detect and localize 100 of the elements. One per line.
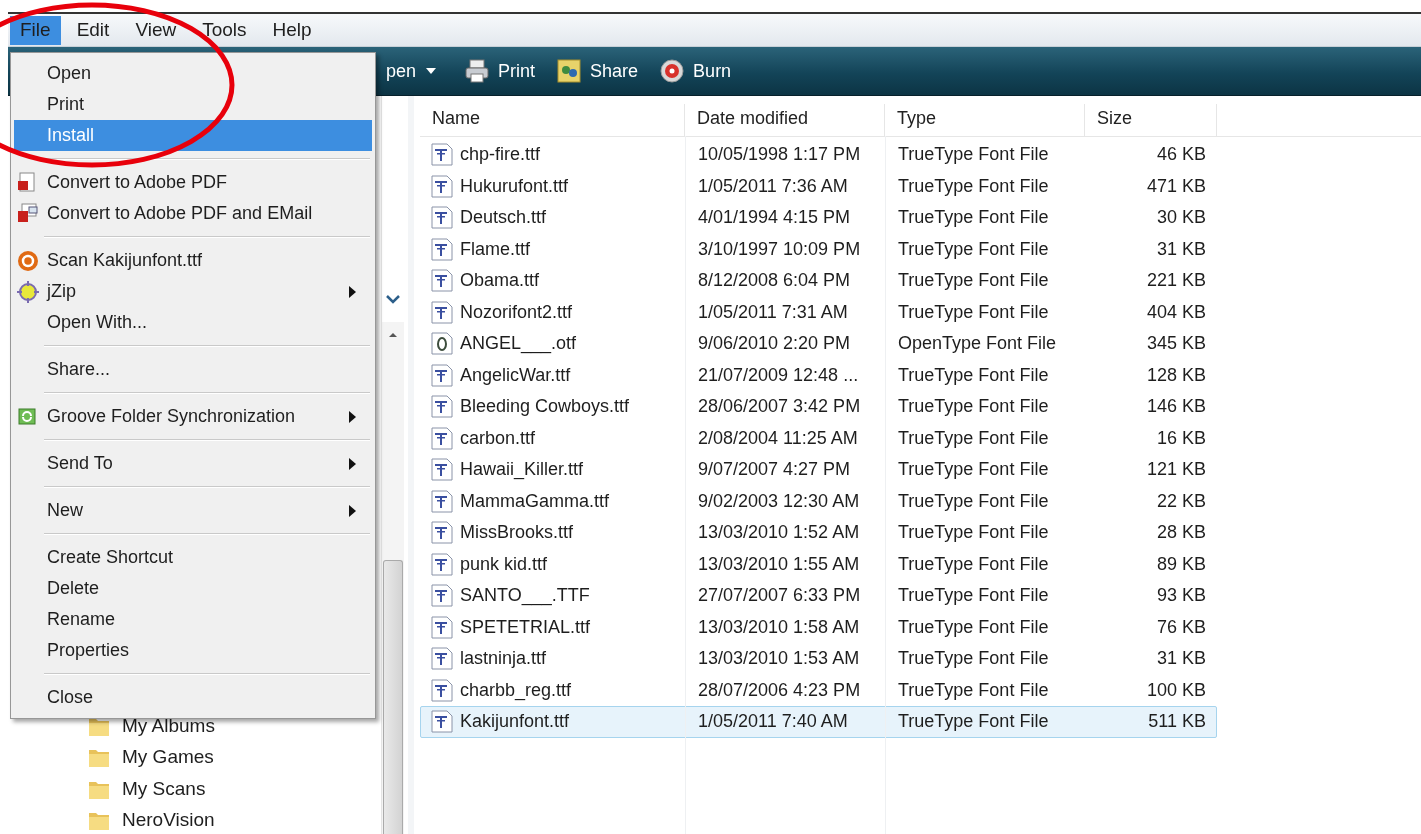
file-row[interactable]: Deutsch.ttf 4/01/1994 4:15 PM TrueType Font File 30 KB (420, 202, 1217, 234)
font-file-icon (431, 584, 453, 608)
file-row[interactable]: charbb_reg.ttf 28/07/2006 4:23 PM TrueType Font File 100 KB (420, 674, 1217, 706)
file-size: 121 KB (1145, 459, 1207, 481)
menu-item[interactable]: Groove Folder Synchronization (14, 401, 372, 432)
file-name: Flame.ttf (460, 238, 530, 260)
font-file-icon (431, 678, 453, 702)
file-type: TrueType Font File (897, 364, 1050, 386)
column-header[interactable]: Name (420, 104, 685, 136)
toolbar-button[interactable]: Print (459, 55, 542, 87)
file-row[interactable]: Obama.ttf 8/12/2008 6:04 PM TrueType Font File 221 KB (420, 265, 1217, 297)
file-type: TrueType Font File (897, 396, 1050, 418)
file-name: carbon.ttf (460, 427, 536, 449)
menu-item[interactable]: Rename (14, 604, 372, 635)
file-row[interactable]: carbon.ttf 2/08/2004 11:25 AM TrueType Font File 16 KB (420, 422, 1217, 454)
file-row[interactable]: MissBrooks.ttf 13/03/2010 1:52 AM TrueType Font File 28 KB (420, 517, 1217, 549)
file-type: TrueType Font File (897, 648, 1050, 670)
file-type: TrueType Font File (897, 301, 1050, 323)
font-file-icon (431, 174, 453, 198)
menu-item[interactable]: Create Shortcut (14, 542, 372, 573)
file-row[interactable]: Kakijunfont.ttf 1/05/2011 7:40 AM TrueType Font File 511 KB (420, 706, 1217, 738)
font-file-icon (431, 395, 453, 419)
toolbar-button[interactable]: Burn (654, 55, 738, 87)
menu-item[interactable]: jZip (14, 276, 372, 307)
date-modified: 9/06/2010 2:20 PM (697, 333, 852, 355)
font-file-icon (431, 300, 453, 324)
file-row[interactable]: SPETETRIAL.ttf 13/03/2010 1:58 AM TrueType Font File 76 KB (420, 611, 1217, 643)
menu-item[interactable]: Tools (192, 15, 257, 45)
file-name: Obama.ttf (460, 270, 540, 292)
menu-item[interactable]: Close (14, 682, 372, 713)
file-size: 46 KB (1155, 144, 1207, 166)
menu-item[interactable]: Edit (66, 15, 120, 45)
file-type: TrueType Font File (897, 585, 1050, 607)
file-size: 76 KB (1155, 616, 1207, 638)
file-name: Bleeding Cowboys.ttf (460, 396, 630, 418)
chevron-down-icon[interactable] (385, 294, 401, 304)
file-row[interactable]: SANTO___.TTF 27/07/2007 6:33 PM TrueType Font File 93 KB (420, 580, 1217, 612)
target-icon (17, 281, 39, 303)
file-row[interactable]: chp-fire.ttf 10/05/1998 1:17 PM TrueType Font File 46 KB (420, 139, 1217, 171)
file-name: punk kid.ttf (460, 553, 548, 575)
menu-item[interactable]: Open With... (14, 307, 372, 338)
menu-item[interactable]: View (125, 15, 187, 45)
file-type: TrueType Font File (897, 553, 1050, 575)
column-header[interactable]: Type (885, 104, 1085, 136)
column-header[interactable]: Date modified (685, 104, 885, 136)
file-row[interactable]: Hukurufont.ttf 1/05/2011 7:36 AM TrueType Font File 471 KB (420, 170, 1217, 202)
date-modified: 3/10/1997 10:09 PM (697, 238, 862, 260)
file-size: 28 KB (1155, 522, 1207, 544)
folder-label[interactable]: My Albums (122, 714, 215, 737)
submenu-arrow-icon (349, 411, 356, 423)
menu-item[interactable]: New (14, 495, 372, 526)
file-row[interactable]: Bleeding Cowboys.ttf 28/06/2007 3:42 PM TrueType Font File 146 KB (420, 391, 1217, 423)
font-file-icon (431, 647, 453, 671)
folder-label[interactable]: My Scans (122, 777, 206, 800)
date-modified: 21/07/2009 12:48 ... (697, 364, 860, 386)
file-size: 146 KB (1145, 396, 1207, 418)
file-type: TrueType Font File (897, 427, 1050, 449)
file-row[interactable]: AngelicWar.ttf 21/07/2009 12:48 ... TrueType Font File 128 KB (420, 359, 1217, 391)
menu-item[interactable]: File (10, 15, 61, 45)
folder-label[interactable]: My Games (122, 746, 214, 769)
file-row[interactable]: punk kid.ttf 13/03/2010 1:55 AM TrueType Font File 89 KB (420, 548, 1217, 580)
menu-item[interactable]: Help (262, 15, 322, 45)
menu-item[interactable]: Share... (14, 354, 372, 385)
file-name: Hukurufont.ttf (460, 175, 569, 197)
submenu-arrow-icon (349, 505, 356, 517)
date-modified: 13/03/2010 1:58 AM (697, 616, 861, 638)
menu-item[interactable]: Scan Kakijunfont.ttf (14, 245, 372, 276)
file-row[interactable]: Flame.ttf 3/10/1997 10:09 PM TrueType Font File 31 KB (420, 233, 1217, 265)
date-modified: 10/05/1998 1:17 PM (697, 144, 862, 166)
folder-label[interactable]: NeroVision (122, 809, 215, 832)
file-size: 22 KB (1155, 490, 1207, 512)
menu-item[interactable]: Convert to Adobe PDF (14, 167, 372, 198)
scrollbar-thumb[interactable] (383, 560, 403, 834)
scrollbar[interactable] (382, 322, 404, 834)
scroll-up-icon (388, 332, 398, 338)
file-row[interactable]: Hawaii_Killer.ttf 9/07/2007 4:27 PM TrueType Font File 121 KB (420, 454, 1217, 486)
file-row[interactable]: MammaGamma.ttf 9/02/2003 12:30 AM TrueType Font File 22 KB (420, 485, 1217, 517)
file-type: TrueType Font File (897, 711, 1050, 733)
file-row[interactable]: lastninja.ttf 13/03/2010 1:53 AM TrueType Font File 31 KB (420, 643, 1217, 675)
toolbar-button[interactable]: pen (380, 56, 444, 86)
menu-item[interactable]: Open (14, 58, 372, 89)
date-modified: 27/07/2007 6:33 PM (697, 585, 862, 607)
menu-item[interactable]: Print (14, 89, 372, 120)
font-file-icon (431, 363, 453, 387)
column-header[interactable]: Size (1085, 104, 1217, 136)
menu-item[interactable]: Delete (14, 573, 372, 604)
file-name: Hawaii_Killer.ttf (460, 459, 584, 481)
file-row[interactable]: ANGEL___.otf 9/06/2010 2:20 PM OpenType Font File 345 KB (420, 328, 1217, 360)
submenu-arrow-icon (349, 286, 356, 298)
toolbar-button[interactable]: Share (551, 55, 645, 87)
menu-item[interactable]: Properties (14, 635, 372, 666)
menu-item[interactable]: Send To (14, 448, 372, 479)
date-modified: 2/08/2004 11:25 AM (697, 427, 859, 449)
menu-item[interactable]: Convert to Adobe PDF and EMail (14, 198, 372, 229)
file-row[interactable]: Nozorifont2.ttf 1/05/2011 7:31 AM TrueType Font File 404 KB (420, 296, 1217, 328)
file-type: TrueType Font File (897, 459, 1050, 481)
font-file-icon (431, 143, 453, 167)
file-name: charbb_reg.ttf (460, 679, 572, 701)
date-modified: 28/07/2006 4:23 PM (697, 679, 862, 701)
file-size: 30 KB (1155, 207, 1207, 229)
